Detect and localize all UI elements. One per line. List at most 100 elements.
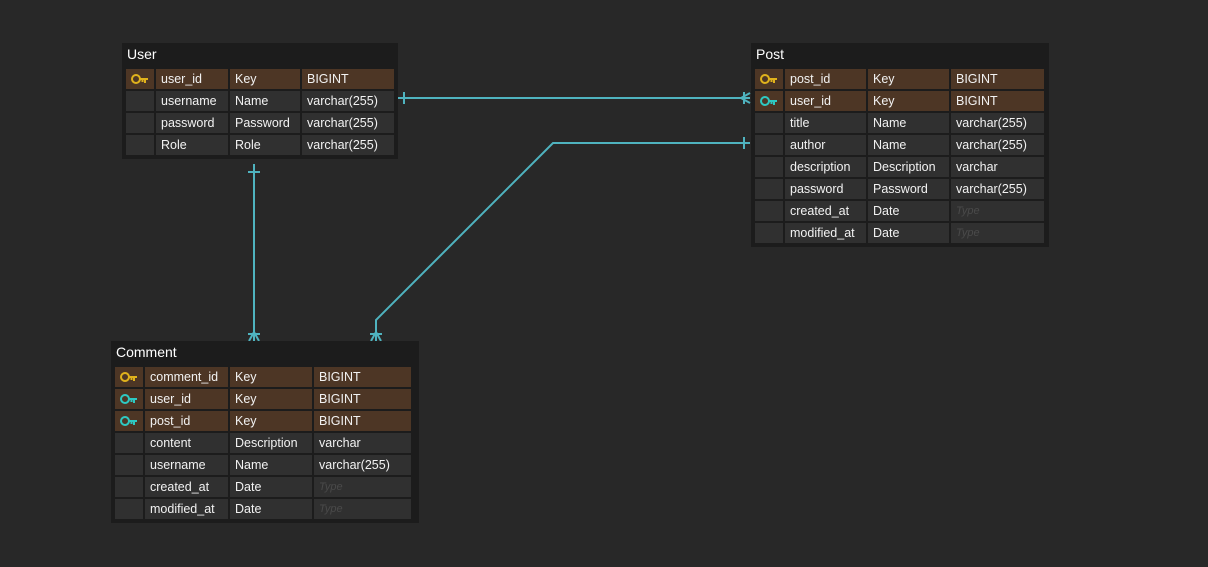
field-type[interactable]: BIGINT bbox=[314, 411, 411, 431]
field-name[interactable]: modified_at bbox=[145, 499, 228, 519]
field-type[interactable]: BIGINT bbox=[314, 367, 411, 387]
field-name[interactable]: title bbox=[785, 113, 866, 133]
field-type[interactable]: BIGINT bbox=[951, 69, 1044, 89]
table-row[interactable]: author Name varchar(255) bbox=[755, 135, 1045, 155]
field-name[interactable]: user_id bbox=[785, 91, 866, 111]
foreign-key-icon bbox=[760, 96, 777, 106]
field-name[interactable]: post_id bbox=[785, 69, 866, 89]
field-type[interactable]: varchar(255) bbox=[951, 113, 1044, 133]
field-label[interactable]: Date bbox=[230, 477, 312, 497]
field-name[interactable]: description bbox=[785, 157, 866, 177]
table-row[interactable]: username Name varchar(255) bbox=[115, 455, 415, 475]
primary-key-icon bbox=[760, 74, 777, 84]
field-type[interactable]: varchar(255) bbox=[302, 135, 394, 155]
field-label[interactable]: Date bbox=[868, 201, 949, 221]
key-cell bbox=[115, 389, 143, 409]
field-type-placeholder[interactable]: Type bbox=[951, 201, 1044, 221]
table-row[interactable]: password Password varchar(255) bbox=[126, 113, 394, 133]
field-name[interactable]: user_id bbox=[156, 69, 228, 89]
table-row[interactable]: user_id Key BIGINT bbox=[115, 389, 415, 409]
table-row[interactable]: password Password varchar(255) bbox=[755, 179, 1045, 199]
table-title[interactable]: Post bbox=[755, 43, 1045, 69]
field-type[interactable]: varchar(255) bbox=[314, 455, 411, 475]
field-label[interactable]: Description bbox=[868, 157, 949, 177]
table-comment[interactable]: Comment comment_id Key BIGINT user_id Key BIG… bbox=[111, 341, 419, 523]
key-cell bbox=[126, 113, 154, 133]
table-user[interactable]: User user_id Key BIGINT username Name varchar… bbox=[122, 43, 398, 159]
key-cell bbox=[755, 69, 783, 89]
table-title[interactable]: Comment bbox=[115, 341, 415, 367]
field-label[interactable]: Name bbox=[868, 135, 949, 155]
field-type[interactable]: varchar bbox=[314, 433, 411, 453]
field-name[interactable]: post_id bbox=[145, 411, 228, 431]
key-cell bbox=[115, 477, 143, 497]
table-row[interactable]: title Name varchar(255) bbox=[755, 113, 1045, 133]
table-row[interactable]: user_id Key BIGINT bbox=[755, 91, 1045, 111]
key-cell bbox=[115, 411, 143, 431]
field-label[interactable]: Key bbox=[868, 91, 949, 111]
table-row[interactable]: username Name varchar(255) bbox=[126, 91, 394, 111]
key-cell bbox=[755, 179, 783, 199]
table-row[interactable]: description Description varchar bbox=[755, 157, 1045, 177]
field-name[interactable]: Role bbox=[156, 135, 228, 155]
table-row[interactable]: post_id Key BIGINT bbox=[755, 69, 1045, 89]
field-label[interactable]: Name bbox=[230, 455, 312, 475]
primary-key-icon bbox=[120, 372, 137, 382]
field-name[interactable]: username bbox=[145, 455, 228, 475]
connector-user-comment[interactable] bbox=[248, 164, 260, 342]
field-label[interactable]: Key bbox=[230, 69, 300, 89]
field-name[interactable]: password bbox=[156, 113, 228, 133]
table-rows: user_id Key BIGINT username Name varchar(255)… bbox=[126, 69, 394, 155]
table-row[interactable]: created_at Date Type bbox=[115, 477, 415, 497]
field-name[interactable]: author bbox=[785, 135, 866, 155]
field-type[interactable]: BIGINT bbox=[951, 91, 1044, 111]
field-name[interactable]: user_id bbox=[145, 389, 228, 409]
diagram-canvas: User user_id Key BIGINT username Name varchar… bbox=[0, 0, 1208, 567]
field-label[interactable]: Role bbox=[230, 135, 300, 155]
connector-post-comment[interactable] bbox=[370, 137, 750, 342]
field-label[interactable]: Key bbox=[868, 69, 949, 89]
field-type-placeholder[interactable]: Type bbox=[951, 223, 1044, 243]
table-rows: post_id Key BIGINT user_id Key BIGINT title Nam… bbox=[755, 69, 1045, 243]
field-type[interactable]: BIGINT bbox=[314, 389, 411, 409]
field-type[interactable]: varchar(255) bbox=[302, 113, 394, 133]
field-label[interactable]: Password bbox=[868, 179, 949, 199]
field-label[interactable]: Password bbox=[230, 113, 300, 133]
field-name[interactable]: password bbox=[785, 179, 866, 199]
field-name[interactable]: comment_id bbox=[145, 367, 228, 387]
field-type[interactable]: BIGINT bbox=[302, 69, 394, 89]
table-post[interactable]: Post post_id Key BIGINT user_id Key BIGINT tit… bbox=[751, 43, 1049, 247]
field-label[interactable]: Date bbox=[230, 499, 312, 519]
field-name[interactable]: created_at bbox=[145, 477, 228, 497]
table-row[interactable]: created_at Date Type bbox=[755, 201, 1045, 221]
field-label[interactable]: Key bbox=[230, 389, 312, 409]
field-label[interactable]: Description bbox=[230, 433, 312, 453]
field-label[interactable]: Key bbox=[230, 411, 312, 431]
key-cell bbox=[115, 499, 143, 519]
field-name[interactable]: created_at bbox=[785, 201, 866, 221]
field-name[interactable]: content bbox=[145, 433, 228, 453]
field-label[interactable]: Name bbox=[230, 91, 300, 111]
field-type-placeholder[interactable]: Type bbox=[314, 477, 411, 497]
field-label[interactable]: Name bbox=[868, 113, 949, 133]
key-cell bbox=[126, 135, 154, 155]
connector-user-post[interactable] bbox=[397, 92, 751, 104]
table-row[interactable]: post_id Key BIGINT bbox=[115, 411, 415, 431]
table-title[interactable]: User bbox=[126, 43, 394, 69]
table-row[interactable]: user_id Key BIGINT bbox=[126, 69, 394, 89]
table-row[interactable]: Role Role varchar(255) bbox=[126, 135, 394, 155]
field-name[interactable]: modified_at bbox=[785, 223, 866, 243]
field-type[interactable]: varchar(255) bbox=[302, 91, 394, 111]
table-row[interactable]: modified_at Date Type bbox=[115, 499, 415, 519]
field-type[interactable]: varchar bbox=[951, 157, 1044, 177]
table-row[interactable]: comment_id Key BIGINT bbox=[115, 367, 415, 387]
table-row[interactable]: content Description varchar bbox=[115, 433, 415, 453]
field-type[interactable]: varchar(255) bbox=[951, 179, 1044, 199]
foreign-key-icon bbox=[120, 416, 137, 426]
field-name[interactable]: username bbox=[156, 91, 228, 111]
field-label[interactable]: Date bbox=[868, 223, 949, 243]
field-type[interactable]: varchar(255) bbox=[951, 135, 1044, 155]
field-type-placeholder[interactable]: Type bbox=[314, 499, 411, 519]
field-label[interactable]: Key bbox=[230, 367, 312, 387]
table-row[interactable]: modified_at Date Type bbox=[755, 223, 1045, 243]
